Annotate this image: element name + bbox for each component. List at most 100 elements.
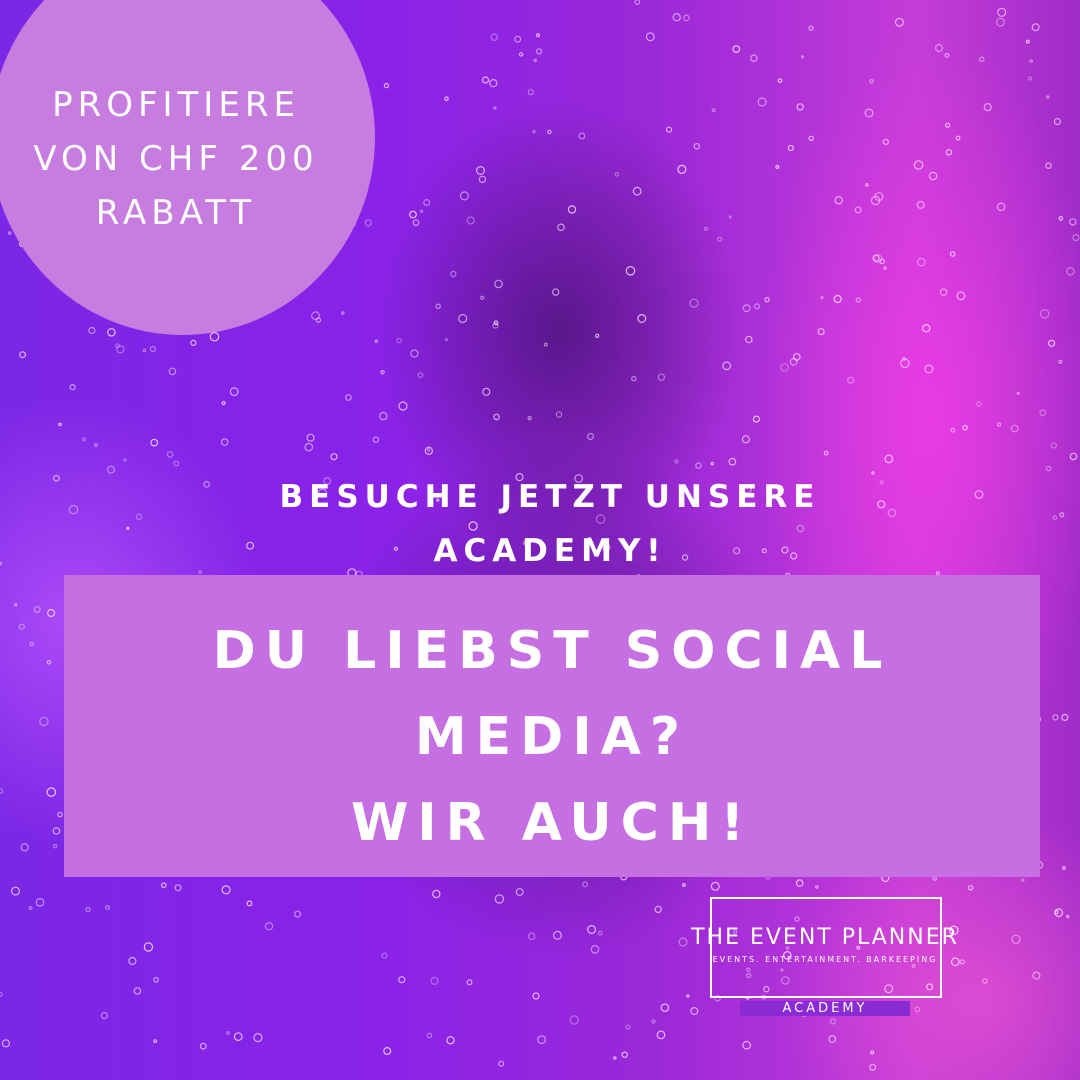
raindrop	[732, 45, 741, 53]
raindrop	[143, 942, 154, 952]
raindrop	[35, 898, 45, 907]
raindrop	[412, 219, 420, 227]
raindrop	[808, 25, 814, 31]
raindrop	[532, 992, 540, 1000]
raindrop	[728, 215, 732, 219]
raindrop	[625, 265, 636, 276]
raindrop	[374, 339, 378, 343]
raindrop	[586, 433, 594, 441]
raindrop	[614, 172, 620, 177]
raindrop	[1061, 865, 1066, 870]
raindrop	[88, 326, 96, 335]
raindrop	[631, 375, 637, 382]
raindrop	[722, 361, 732, 371]
raindrop	[1031, 23, 1040, 32]
raindrop	[58, 422, 62, 427]
raindrop	[1047, 339, 1056, 347]
raindrop	[494, 279, 503, 289]
raindrop	[294, 910, 302, 918]
raindrop	[777, 78, 783, 84]
headline-text: DU LIEBST SOCIAL MEDIA? WIR AUCH!	[64, 608, 1040, 866]
raindrop	[450, 270, 457, 278]
raindrop	[1027, 76, 1033, 81]
headline-line: MEDIA?	[414, 707, 690, 767]
raindrop	[651, 1019, 656, 1024]
raindrop	[116, 345, 125, 354]
raindrop	[372, 436, 380, 443]
raindrop	[555, 411, 563, 418]
raindrop	[46, 608, 56, 618]
raindrop	[39, 716, 49, 727]
raindrop	[717, 236, 723, 242]
raindrop	[426, 447, 431, 452]
raindrop	[800, 55, 805, 59]
raindrop	[978, 56, 985, 63]
raindrop	[160, 882, 167, 889]
raindrop	[85, 907, 91, 913]
cta-line: ACADEMY!	[433, 533, 667, 569]
raindrop	[81, 437, 87, 442]
raindrop	[996, 202, 1006, 212]
raindrop	[1, 1039, 11, 1048]
raindrop	[1039, 308, 1050, 319]
raindrop	[787, 144, 794, 152]
raindrop	[345, 394, 352, 401]
discount-line: VON CHF 200	[33, 139, 319, 179]
raindrop	[1045, 162, 1052, 170]
raindrop	[311, 311, 320, 321]
raindrop	[962, 424, 968, 431]
brand-logo-tagline: EVENTS. ENTERTAINMENT. BARKEEPING	[712, 955, 938, 964]
raindrop	[1016, 391, 1020, 395]
raindrop	[780, 363, 789, 372]
raindrop	[46, 787, 57, 797]
raindrop	[750, 54, 758, 63]
discount-line: PROFITIERE	[52, 85, 300, 125]
raindrop	[94, 443, 98, 447]
raindrop	[126, 526, 130, 531]
raindrop	[233, 1032, 243, 1041]
raindrop	[133, 987, 142, 995]
raindrop	[752, 415, 761, 423]
raindrop	[854, 206, 862, 214]
raindrop	[398, 976, 406, 984]
raindrop	[264, 922, 274, 931]
raindrop	[621, 1051, 628, 1058]
raindrop	[1029, 59, 1034, 63]
raindrop	[527, 89, 534, 96]
raindrop	[869, 1063, 877, 1071]
raindrop	[1054, 910, 1059, 915]
raindrop	[703, 226, 709, 231]
brand-logo-name: THE EVENT PLANNER	[691, 925, 959, 950]
raindrop	[1011, 934, 1021, 945]
raindrop	[52, 827, 61, 835]
cta-line: BESUCHE JETZT UNSERE	[279, 479, 821, 515]
raindrop	[632, 186, 642, 196]
raindrop	[28, 905, 33, 910]
raindrop	[476, 166, 486, 176]
raindrop	[883, 266, 887, 270]
raindrop	[934, 43, 944, 53]
raindrop	[976, 401, 982, 407]
raindrop	[166, 451, 174, 458]
raindrop	[634, 0, 641, 5]
raindrop	[869, 78, 875, 84]
raindrop	[173, 460, 180, 467]
raindrop	[742, 304, 751, 313]
headline-line: WIR AUCH!	[350, 793, 754, 853]
raindrop	[417, 372, 424, 379]
raindrop	[304, 442, 314, 452]
raindrop	[480, 295, 485, 300]
raindrop	[33, 605, 41, 613]
raindrop	[796, 103, 804, 111]
raindrop	[637, 314, 647, 324]
raindrop	[792, 353, 801, 361]
raindrop	[657, 373, 666, 381]
raindrop	[330, 453, 338, 461]
raindrop	[710, 881, 720, 891]
raindrop	[221, 885, 231, 895]
raindrop	[153, 976, 160, 983]
raindrop	[383, 1046, 392, 1055]
raindrop	[466, 216, 475, 225]
raindrop	[1046, 95, 1050, 99]
raindrop	[493, 413, 500, 421]
